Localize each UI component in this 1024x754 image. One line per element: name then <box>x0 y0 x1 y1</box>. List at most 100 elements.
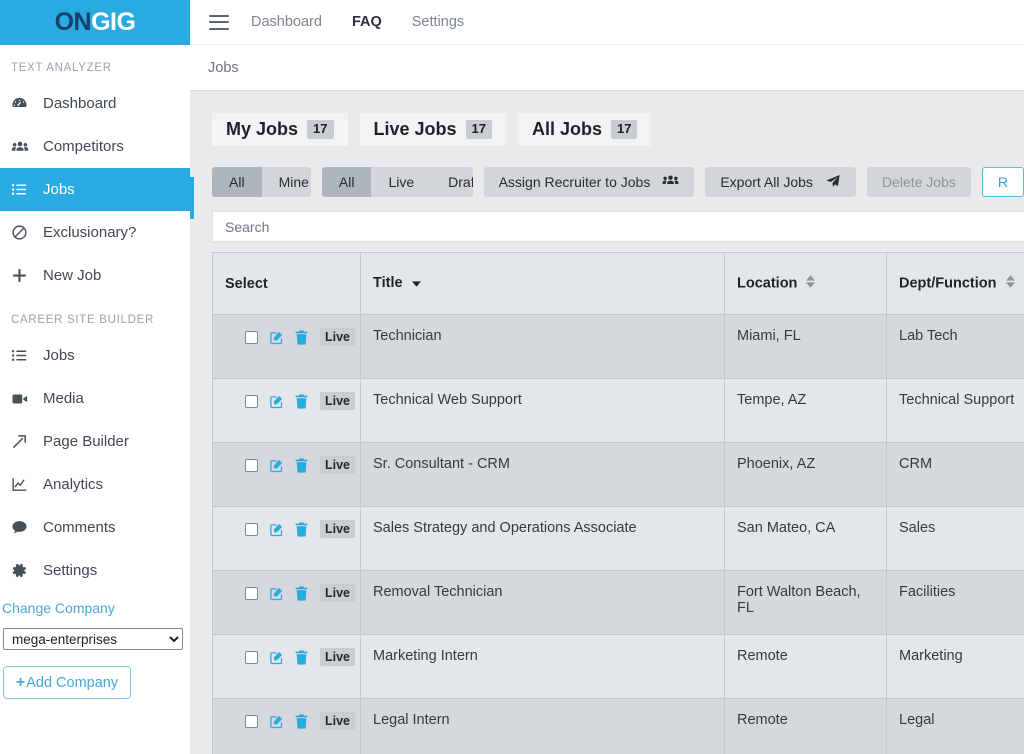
edit-icon[interactable] <box>269 330 284 345</box>
refresh-jobs-button[interactable]: R <box>982 167 1024 197</box>
delete-icon[interactable] <box>295 458 308 473</box>
table-row[interactable]: Live Sr. Consultant - CRM Phoenix, AZ CR… <box>213 443 1024 507</box>
cell-actions: Live <box>213 507 361 571</box>
edit-icon[interactable] <box>269 650 284 665</box>
cell-title: Sr. Consultant - CRM <box>361 443 725 507</box>
status-filter-draft[interactable]: Draft <box>431 167 472 197</box>
cell-location: San Mateo, CA <box>725 507 887 571</box>
jobs-table: Select Title Location <box>212 252 1024 754</box>
delete-icon[interactable] <box>295 586 308 601</box>
sidebar-item-jobs[interactable]: Jobs <box>0 168 190 211</box>
column-label: Title <box>373 275 403 291</box>
sort-desc-icon <box>412 276 421 292</box>
row-checkbox[interactable] <box>245 715 258 728</box>
topnav-settings[interactable]: Settings <box>412 14 464 30</box>
column-label: Dept/Function <box>899 275 996 291</box>
delete-jobs-button[interactable]: Delete Jobs <box>867 167 971 197</box>
cell-dept: Facilities <box>887 571 1024 635</box>
table-row[interactable]: Live Marketing Intern Remote Marketing <box>213 635 1024 699</box>
status-filter-live[interactable]: Live <box>371 167 431 197</box>
owner-filter-mine[interactable]: Mine <box>262 167 311 197</box>
owner-filter-all[interactable]: All <box>212 167 262 197</box>
sidebar-item-media[interactable]: Media <box>0 377 190 420</box>
owner-filter-group: All Mine <box>212 167 311 197</box>
edit-icon[interactable] <box>269 394 284 409</box>
cell-dept: Technical Support <box>887 379 1024 443</box>
sidebar-item-analytics[interactable]: Analytics <box>0 463 190 506</box>
cell-location: Tempe, AZ <box>725 379 887 443</box>
edit-icon[interactable] <box>269 522 284 537</box>
column-header-location[interactable]: Location <box>725 253 887 315</box>
sidebar-item-label: Jobs <box>43 181 75 198</box>
status-filter-all[interactable]: All <box>322 167 372 197</box>
list-icon <box>11 347 35 364</box>
comment-icon <box>11 519 35 536</box>
export-all-jobs-button[interactable]: Export All Jobs <box>705 167 856 197</box>
search-bar <box>212 211 1024 242</box>
table-row[interactable]: Live Technical Web Support Tempe, AZ Tec… <box>213 379 1024 443</box>
tab-my-jobs[interactable]: My Jobs 17 <box>212 113 348 146</box>
sort-both-icon <box>806 275 815 292</box>
status-badge: Live <box>320 648 355 666</box>
table-row[interactable]: Live Technician Miami, FL Lab Tech <box>213 315 1024 379</box>
tab-label: My Jobs <box>226 119 298 140</box>
status-badge: Live <box>320 392 355 410</box>
cell-actions: Live <box>213 315 361 379</box>
column-header-select[interactable]: Select <box>213 253 361 315</box>
topnav-dashboard[interactable]: Dashboard <box>251 14 322 30</box>
sidebar-item-settings[interactable]: Settings <box>0 549 190 592</box>
change-company-link[interactable]: Change Company <box>1 592 190 622</box>
sidebar-item-label: New Job <box>43 267 101 284</box>
hamburger-icon[interactable] <box>209 15 229 30</box>
sidebar-item-exclusionary[interactable]: Exclusionary? <box>0 211 190 254</box>
tab-all-jobs[interactable]: All Jobs 17 <box>518 113 651 146</box>
table-row[interactable]: Live Sales Strategy and Operations Assoc… <box>213 507 1024 571</box>
edit-icon[interactable] <box>269 458 284 473</box>
sidebar-section-text-analyzer: TEXT ANALYZER <box>0 45 190 82</box>
sidebar-item-page-builder[interactable]: Page Builder <box>0 420 190 463</box>
column-header-dept-function[interactable]: Dept/Function <box>887 253 1024 315</box>
edit-icon[interactable] <box>269 714 284 729</box>
cell-location: Remote <box>725 635 887 699</box>
row-checkbox[interactable] <box>245 587 258 600</box>
topnav-faq[interactable]: FAQ <box>352 14 382 30</box>
sidebar-item-dashboard[interactable]: Dashboard <box>0 82 190 125</box>
users-icon <box>11 138 35 156</box>
table-row[interactable]: Live Legal Intern Remote Legal <box>213 699 1024 754</box>
delete-icon[interactable] <box>295 522 308 537</box>
delete-icon[interactable] <box>295 330 308 345</box>
sidebar-item-competitors[interactable]: Competitors <box>0 125 190 168</box>
video-icon <box>11 390 35 408</box>
assign-recruiter-button[interactable]: Assign Recruiter to Jobs <box>484 167 695 197</box>
top-navigation-bar: Dashboard FAQ Settings <box>190 0 1024 45</box>
sidebar-item-comments[interactable]: Comments <box>0 506 190 549</box>
tab-count-badge: 17 <box>611 120 637 139</box>
company-select[interactable]: mega-enterprises <box>3 628 183 650</box>
delete-icon[interactable] <box>295 714 308 729</box>
page-content: My Jobs 17 Live Jobs 17 All Jobs 17 All … <box>190 91 1024 754</box>
app-root: ONGIG TEXT ANALYZER Dashboard Competitor… <box>0 0 1024 754</box>
cell-location: Miami, FL <box>725 315 887 379</box>
row-checkbox[interactable] <box>245 523 258 536</box>
column-header-title[interactable]: Title <box>361 253 725 315</box>
row-checkbox[interactable] <box>245 459 258 472</box>
brand-logo[interactable]: ONGIG <box>0 0 190 45</box>
tab-live-jobs[interactable]: Live Jobs 17 <box>360 113 507 146</box>
delete-icon[interactable] <box>295 394 308 409</box>
sidebar-item-new-job[interactable]: New Job <box>0 254 190 297</box>
row-checkbox[interactable] <box>245 395 258 408</box>
row-checkbox[interactable] <box>245 651 258 664</box>
active-nav-accent <box>190 177 194 219</box>
add-company-button[interactable]: +Add Company <box>3 666 131 699</box>
table-row[interactable]: Live Removal Technician Fort Walton Beac… <box>213 571 1024 635</box>
sidebar-item-label: Comments <box>43 519 116 536</box>
logo-suffix: GIG <box>91 8 135 36</box>
delete-icon[interactable] <box>295 650 308 665</box>
row-checkbox[interactable] <box>245 331 258 344</box>
edit-icon[interactable] <box>269 586 284 601</box>
jobs-toolbar: All Mine All Live Draft Assign Recruiter… <box>212 167 1024 197</box>
sidebar-item-csb-jobs[interactable]: Jobs <box>0 334 190 377</box>
logo-prefix: ON <box>55 8 92 36</box>
search-input[interactable] <box>212 211 1024 242</box>
cell-location: Fort Walton Beach, FL <box>725 571 887 635</box>
